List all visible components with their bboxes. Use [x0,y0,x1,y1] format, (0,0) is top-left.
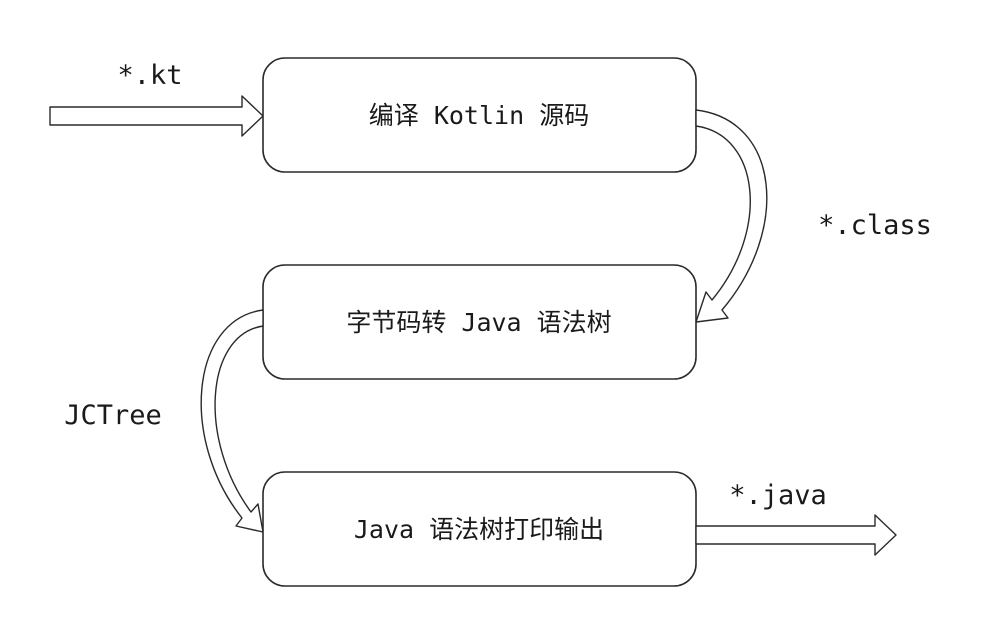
step-label-compile-kotlin: 编译 Kotlin 源码 [369,101,589,130]
edge-label-kt: *.kt [117,60,182,91]
input-arrow [49,95,264,137]
class-arrow [695,109,768,323]
output-arrow [695,514,897,556]
pipeline-diagram: *.kt 编译 Kotlin 源码 *.class 字节码转 Java 语法树 … [49,57,932,587]
edge-label-class: *.class [818,210,932,241]
jctree-arrow [200,309,264,533]
step-label-print-java-tree: Java 语法树打印输出 [354,515,604,544]
edge-label-java: *.java [729,480,827,511]
step-label-bytecode-to-java-tree: 字节码转 Java 语法树 [346,308,611,337]
edge-label-jctree: JCTree [64,400,162,431]
